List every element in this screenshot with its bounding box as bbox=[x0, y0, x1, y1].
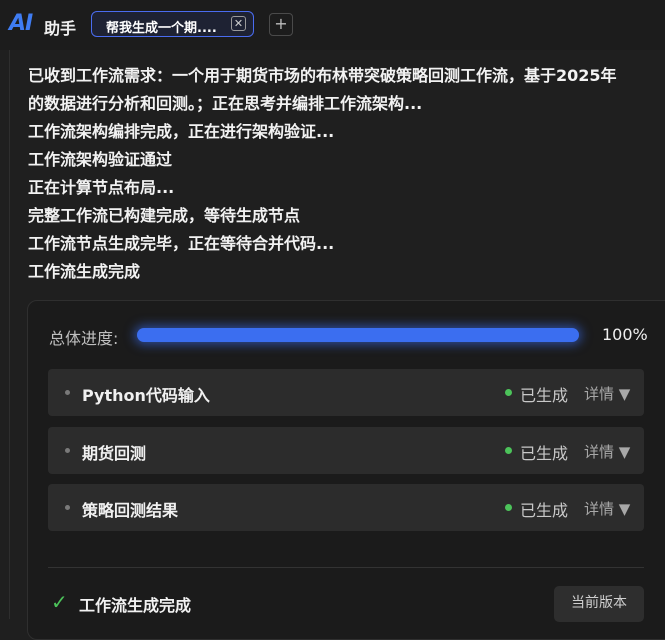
app-title: 助手 bbox=[44, 19, 77, 38]
ai-logo: AI bbox=[9, 11, 33, 36]
details-toggle[interactable]: 详情 ▼ bbox=[584, 498, 630, 519]
progress-percent: 100% bbox=[602, 325, 648, 344]
details-toggle[interactable]: 详情 ▼ bbox=[584, 441, 630, 462]
completion-text: 工作流生成完成 bbox=[79, 596, 192, 615]
node-status: 已生成 bbox=[520, 501, 569, 520]
divider bbox=[48, 567, 644, 568]
node-row: Python代码输入 已生成 详情 ▼ bbox=[48, 369, 644, 416]
add-tab-button[interactable]: + bbox=[269, 13, 293, 36]
progress-label: 总体进度: bbox=[49, 329, 119, 348]
close-icon[interactable]: ✕ bbox=[231, 16, 246, 31]
node-status: 已生成 bbox=[520, 386, 569, 405]
node-row: 策略回测结果 已生成 详情 ▼ bbox=[48, 484, 644, 531]
progress-bar bbox=[137, 328, 579, 342]
bullet-icon bbox=[65, 390, 70, 395]
details-toggle[interactable]: 详情 ▼ bbox=[584, 383, 630, 404]
message-line: 工作流节点生成完毕，正在等待合并代码... bbox=[28, 234, 335, 253]
tab-label: 帮我生成一个期.... bbox=[106, 21, 217, 36]
message-line: 正在计算节点布局... bbox=[28, 178, 175, 197]
current-version-button[interactable]: 当前版本 bbox=[554, 586, 644, 622]
node-name: 期货回测 bbox=[82, 444, 147, 463]
node-name: 策略回测结果 bbox=[82, 501, 179, 520]
bullet-icon bbox=[65, 448, 70, 453]
top-bar: AI 助手 帮我生成一个期.... ✕ + bbox=[0, 0, 665, 50]
message-line: 完整工作流已构建完成，等待生成节点 bbox=[28, 206, 301, 225]
bullet-icon bbox=[65, 505, 70, 510]
left-divider bbox=[9, 50, 10, 619]
node-name: Python代码输入 bbox=[82, 386, 210, 405]
message-line: 工作流架构验证通过 bbox=[28, 150, 173, 169]
message-line: 已收到工作流需求：一个用于期货市场的布林带突破策略回测工作流，基于2025年 bbox=[28, 66, 617, 85]
message-line: 工作流架构编排完成，正在进行架构验证... bbox=[28, 122, 335, 141]
status-dot-icon bbox=[505, 389, 512, 396]
message-log: 已收到工作流需求：一个用于期货市场的布林带突破策略回测工作流，基于2025年 的… bbox=[28, 62, 665, 286]
progress-fill bbox=[137, 328, 579, 342]
status-dot-icon bbox=[505, 504, 512, 511]
node-row: 期货回测 已生成 详情 ▼ bbox=[48, 427, 644, 474]
status-dot-icon bbox=[505, 447, 512, 454]
tab-current-session[interactable]: 帮我生成一个期.... ✕ bbox=[91, 11, 254, 37]
node-status: 已生成 bbox=[520, 444, 569, 463]
message-line: 的数据进行分析和回测。；正在思考并编排工作流架构... bbox=[28, 94, 423, 113]
message-line: 工作流生成完成 bbox=[28, 262, 141, 281]
check-icon: ✓ bbox=[51, 590, 68, 614]
